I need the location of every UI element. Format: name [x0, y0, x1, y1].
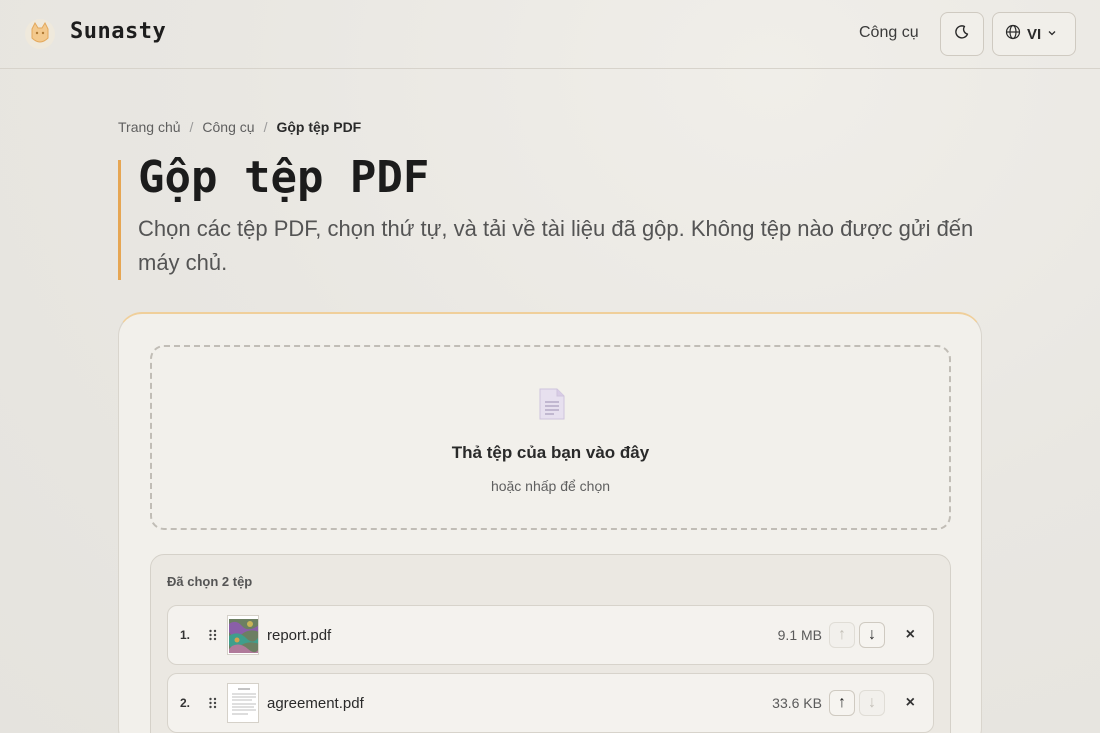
chevron-down-icon	[1047, 25, 1057, 43]
file-index: 1.	[180, 628, 191, 642]
drag-handle-icon[interactable]	[208, 696, 218, 710]
selected-files-panel: Đã chọn 2 tệp 1. report.pdf 9.1 MB ↑ ↓ ×…	[150, 554, 951, 733]
title-block: Gộp tệp PDF Chọn các tệp PDF, chọn thứ t…	[118, 156, 988, 280]
breadcrumb-home[interactable]: Trang chủ	[118, 119, 181, 135]
drag-handle-icon[interactable]	[208, 628, 218, 642]
nav-tools-link[interactable]: Công cụ	[859, 24, 919, 42]
brand-name[interactable]: Sunasty	[70, 19, 166, 44]
file-name: report.pdf	[267, 627, 332, 644]
remove-file-button[interactable]: ×	[906, 693, 915, 713]
remove-file-button[interactable]: ×	[906, 625, 915, 645]
move-up-button[interactable]: ↑	[829, 622, 855, 648]
globe-icon	[1005, 24, 1021, 45]
file-dropzone[interactable]: Thả tệp của bạn vào đây hoặc nhấp để chọ…	[150, 345, 951, 530]
selected-files-count: Đã chọn 2 tệp	[167, 574, 253, 589]
moon-icon	[954, 24, 970, 45]
file-index: 2.	[180, 696, 191, 710]
merge-card: Thả tệp của bạn vào đây hoặc nhấp để chọ…	[118, 312, 982, 733]
language-code: VI	[1027, 25, 1042, 43]
breadcrumb-current: Gộp tệp PDF	[276, 119, 362, 135]
dropzone-subtitle: hoặc nhấp để chọn	[490, 478, 611, 494]
move-up-button[interactable]: ↑	[829, 690, 855, 716]
file-row: 2. agreement.pdf 33.6 KB ↑ ↓ ×	[167, 673, 934, 733]
file-size: 9.1 MB	[777, 627, 822, 643]
theme-toggle-button[interactable]	[940, 12, 984, 56]
move-down-button[interactable]: ↓	[859, 622, 885, 648]
breadcrumb-tools[interactable]: Công cụ	[202, 119, 254, 135]
dropzone-title: Thả tệp của bạn vào đây	[451, 443, 650, 462]
file-thumbnail	[227, 615, 259, 655]
page-description: Chọn các tệp PDF, chọn thứ tự, và tải về…	[138, 216, 974, 275]
file-size: 33.6 KB	[772, 695, 822, 711]
document-icon	[538, 387, 566, 426]
page-title: Gộp tệp PDF	[138, 152, 430, 203]
top-header: Sunasty Công cụ VI	[0, 0, 1100, 69]
file-row: 1. report.pdf 9.1 MB ↑ ↓ ×	[167, 605, 934, 665]
language-select-button[interactable]: VI	[992, 12, 1076, 56]
breadcrumb-separator: /	[263, 119, 268, 135]
move-down-button[interactable]: ↓	[859, 690, 885, 716]
breadcrumb-separator: /	[189, 119, 194, 135]
file-thumbnail	[227, 683, 259, 723]
breadcrumb: Trang chủ / Công cụ / Gộp tệp PDF	[118, 119, 361, 135]
file-name: agreement.pdf	[267, 695, 364, 712]
cat-logo-icon[interactable]	[24, 18, 56, 50]
